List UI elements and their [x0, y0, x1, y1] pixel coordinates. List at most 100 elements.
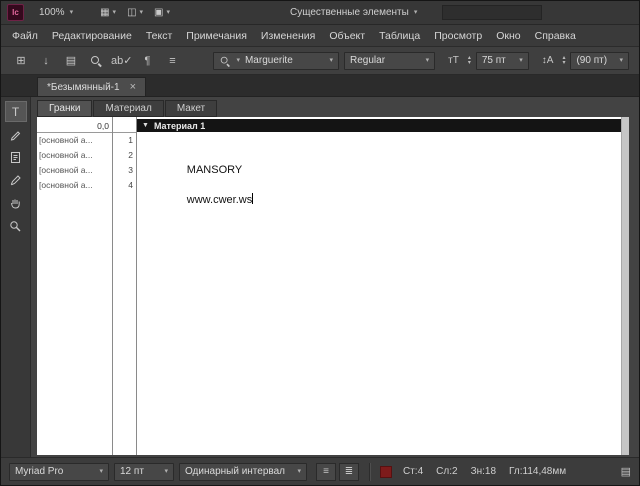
- collapse-triangle-icon[interactable]: ▼: [142, 122, 149, 129]
- screen-mode-dropdown[interactable]: ◫ ▾: [127, 7, 143, 18]
- note-tool[interactable]: [5, 147, 27, 168]
- workspace-switcher[interactable]: Существенные элементы ▾: [285, 5, 422, 20]
- status-stat: Зн:18: [470, 466, 497, 477]
- place-file-icon[interactable]: ↓: [36, 52, 56, 70]
- status-size-combo[interactable]: 12 пт ▾: [114, 462, 174, 481]
- pencil-icon: [10, 131, 21, 141]
- new-document-icon[interactable]: ⊞: [11, 52, 31, 70]
- character-size-icon: тT: [448, 55, 459, 66]
- font-style-combo[interactable]: Regular ▾: [344, 51, 436, 70]
- control-bar: ⊞ ↓ ▤ ab✓ ¶ ≡ ▾ Marguerite ▾ Regular ▾ тT ▴ …: [1, 47, 639, 75]
- story-info-icon[interactable]: ▤: [621, 465, 631, 478]
- eyedropper-tool[interactable]: [5, 170, 27, 191]
- zoom-value: 100%: [39, 7, 65, 18]
- notes-tool[interactable]: [5, 124, 27, 145]
- spellcheck-icon[interactable]: ab✓: [111, 52, 132, 70]
- story-text-line[interactable]: [137, 133, 621, 148]
- hidden-characters-icon[interactable]: ¶: [137, 52, 157, 70]
- line-spacing-combo[interactable]: Одинарный интервал ▾: [179, 462, 307, 481]
- paragraph-styles-column: 0,0 [основной а... [основной а... [основно…: [37, 117, 113, 455]
- status-stat: Сл:2: [436, 466, 458, 477]
- menu-bar: Файл Редактирование Текст Примечания Изменен…: [1, 25, 639, 47]
- font-size-value: 75 пт: [481, 55, 506, 66]
- close-icon[interactable]: ×: [130, 81, 136, 93]
- leading-stepper[interactable]: ▴ ▾: [562, 55, 566, 66]
- find-button[interactable]: [86, 52, 106, 70]
- screen-mode-icon: ◫: [127, 7, 137, 18]
- menu-item[interactable]: Файл: [5, 27, 45, 45]
- font-size-stepper[interactable]: ▴ ▾: [467, 55, 471, 66]
- paragraph-style-label: [основной а...: [39, 135, 93, 145]
- chevron-down-icon: ▾: [112, 9, 117, 16]
- view-tab[interactable]: Материал: [93, 100, 164, 117]
- status-font-combo[interactable]: Myriad Pro ▾: [9, 462, 109, 481]
- line-number: 4: [128, 180, 133, 190]
- view-tabs: Гранки Материал Макет: [31, 97, 639, 117]
- hand-tool[interactable]: [5, 193, 27, 214]
- chevron-down-icon: ▾: [297, 468, 301, 475]
- status-bar: Myriad Pro ▾ 12 пт ▾ Одинарный интервал …: [1, 457, 639, 485]
- menu-item[interactable]: Изменения: [254, 27, 322, 45]
- view-options-dropdown[interactable]: ▦ ▾: [100, 7, 116, 18]
- view-tab[interactable]: Гранки: [37, 100, 93, 117]
- story-header-row: ▼ Материал 1: [137, 117, 621, 133]
- leading-combo[interactable]: (90 пт) ▾: [570, 51, 629, 70]
- note-icon: [11, 152, 20, 163]
- paragraph-style-label: [основной а...: [39, 150, 93, 160]
- line-numbers-column: 1 2 3 4: [113, 117, 137, 455]
- menu-item[interactable]: Просмотр: [427, 27, 489, 45]
- paragraph-style-label: [основной а...: [39, 165, 93, 175]
- status-size-value: 12 пт: [120, 466, 144, 477]
- menu-item[interactable]: Объект: [322, 27, 372, 45]
- workspace-name: Существенные элементы: [290, 7, 409, 18]
- menu-item[interactable]: Примечания: [179, 27, 254, 45]
- chevron-down-icon: ▾: [519, 57, 523, 64]
- menu-item[interactable]: Редактирование: [45, 27, 139, 45]
- paragraph-style-label: [основной а...: [39, 180, 93, 190]
- galley-view: 0,0 [основной а... [основной а... [основно…: [37, 117, 629, 455]
- line-info-icon[interactable]: ≣: [339, 462, 359, 481]
- document-tab[interactable]: *Безымянный-1 ×: [37, 77, 147, 96]
- type-tool-icon: T: [11, 104, 20, 119]
- search-box[interactable]: [442, 5, 543, 20]
- story-header[interactable]: ▼ Материал 1: [137, 119, 621, 132]
- print-icon[interactable]: ▤: [61, 52, 81, 70]
- menu-item[interactable]: Справка: [528, 27, 583, 45]
- search-input[interactable]: [447, 7, 538, 18]
- font-family-combo[interactable]: ▾ Marguerite ▾: [213, 51, 339, 70]
- view-tab[interactable]: Макет: [164, 100, 218, 117]
- stepper-down-icon: ▾: [467, 59, 471, 66]
- leading-icon: ↕A: [541, 55, 554, 66]
- chevron-down-icon: ▾: [619, 57, 623, 64]
- vertical-scrollbar[interactable]: [621, 117, 629, 455]
- separator: [369, 462, 370, 481]
- chevron-down-icon: ▾: [99, 468, 103, 475]
- text-options-icon[interactable]: ≡: [162, 52, 182, 70]
- main-area: T Гранки Материал Макет 0,0 [основной а.…: [1, 97, 639, 457]
- line-number: 2: [128, 150, 133, 160]
- chevron-down-icon: ▾: [329, 57, 333, 64]
- magnifier-icon: [10, 221, 21, 232]
- document-tab-bar: *Безымянный-1 ×: [1, 75, 639, 97]
- zoom-level-dropdown[interactable]: 100% ▾: [34, 5, 78, 20]
- arrange-documents-dropdown[interactable]: ▣ ▾: [154, 7, 170, 18]
- menu-item[interactable]: Окно: [489, 27, 527, 45]
- statusbar-right: ▤: [621, 465, 631, 478]
- chevron-down-icon: ▾: [413, 9, 418, 16]
- chevron-down-icon: ▾: [139, 9, 144, 16]
- line-number: 3: [128, 165, 133, 175]
- menu-item[interactable]: Таблица: [372, 27, 427, 45]
- menu-item[interactable]: Текст: [139, 27, 179, 45]
- search-icon: [90, 55, 102, 67]
- hand-icon: [11, 199, 20, 209]
- stepper-down-icon: ▾: [562, 59, 566, 66]
- zoom-tool[interactable]: [5, 216, 27, 237]
- font-size-combo[interactable]: 75 пт ▾: [475, 51, 529, 70]
- chevron-down-icon: ▾: [69, 9, 74, 16]
- line-text: www.cwer.ws: [186, 194, 253, 206]
- copyfit-indicator: [380, 465, 392, 478]
- story-text-line[interactable]: MANSORY: [137, 148, 621, 176]
- type-tool[interactable]: T: [4, 101, 27, 122]
- story-text-line[interactable]: www.cwer.ws: [137, 178, 621, 206]
- galley-marks-icon[interactable]: ≡: [316, 462, 336, 481]
